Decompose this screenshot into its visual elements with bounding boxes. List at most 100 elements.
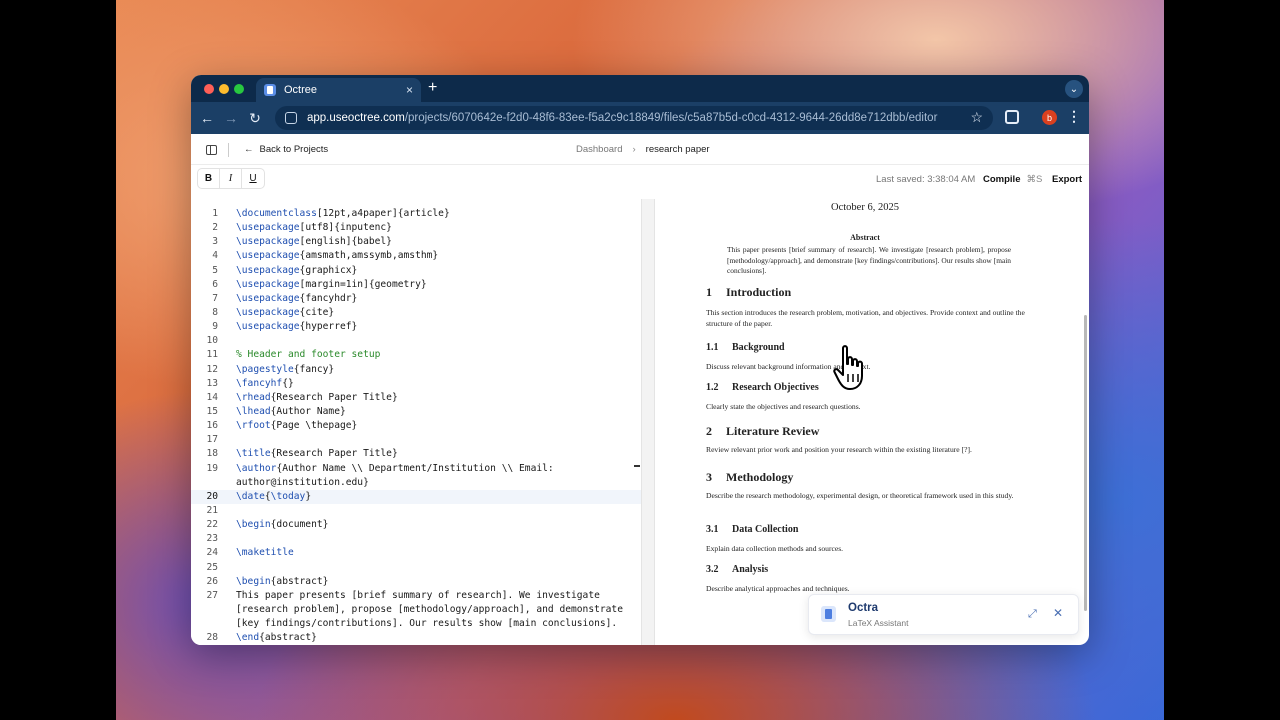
latex-assistant-panel[interactable]: Octra LaTeX Assistant ⤢ ✕ [808, 594, 1079, 635]
compile-button[interactable]: Compile ⌘S [983, 174, 1042, 185]
back-to-projects-link[interactable]: ← Back to Projects [244, 144, 328, 155]
latex-command: \usepackage [236, 321, 300, 333]
code-text: \date{\today} [236, 490, 311, 504]
code-line[interactable]: 28 \end{abstract} [191, 631, 641, 645]
code-line[interactable]: 9 \usepackage{hyperref} [191, 320, 641, 334]
code-line[interactable]: 7 \usepackage{fancyhdr} [191, 292, 641, 306]
browser-menu-icon[interactable]: ⋮ [1067, 108, 1081, 125]
code-text: \usepackage{cite} [236, 306, 334, 320]
code-line[interactable]: 2 \usepackage[utf8]{inputenc} [191, 221, 641, 235]
close-window-button[interactable] [204, 84, 214, 94]
preview-scrollbar[interactable] [1084, 315, 1087, 611]
line-number: 20 [206, 490, 218, 502]
latex-command: \author [236, 462, 277, 474]
heading-number: 2 [706, 424, 712, 438]
browser-tab[interactable]: Octree × [256, 78, 421, 102]
code-line[interactable]: 23 [191, 532, 641, 546]
code-line[interactable]: 20 \date{\today} [191, 489, 641, 504]
code-line[interactable]: 27 This paper presents [brief summary of … [191, 589, 641, 603]
back-arrow-icon[interactable]: ← [195, 110, 219, 126]
sidebar-toggle-icon[interactable] [206, 145, 217, 155]
code-line[interactable]: 12 \pagestyle{fancy} [191, 363, 641, 377]
heading-title: Introduction [726, 285, 792, 299]
code-line[interactable]: 16 \rfoot{Page \thepage} [191, 419, 641, 433]
heading-number: 3.1 [706, 524, 719, 535]
latex-command: \usepackage [236, 250, 300, 262]
code-line[interactable]: 8 \usepackage{cite} [191, 306, 641, 320]
code-line[interactable]: 3 \usepackage[english]{babel} [191, 235, 641, 249]
close-icon[interactable]: ✕ [1053, 606, 1063, 620]
latex-command: \begin [236, 519, 271, 531]
code-editor[interactable]: 1 \documentclass[12pt,a4paper]{article} 2 \… [191, 199, 641, 645]
pdf-preview[interactable]: October 6, 2025 Abstract This paper pres… [655, 199, 1075, 645]
profile-avatar[interactable]: b [1042, 110, 1057, 125]
latex-command: \usepackage [236, 306, 300, 318]
site-settings-icon[interactable] [285, 112, 297, 124]
line-number: 5 [212, 264, 218, 276]
code-text: \rhead{Research Paper Title} [236, 391, 398, 405]
code-line[interactable]: 6 \usepackage[margin=1in]{geometry} [191, 278, 641, 292]
code-token: [margin=1in]{geometry} [299, 278, 427, 290]
code-token: {amsmath,amssymb,amsthm} [299, 250, 439, 262]
code-line[interactable]: 5 \usepackage{graphicx} [191, 264, 641, 278]
forward-arrow-icon[interactable]: → [219, 110, 243, 126]
code-token: {abstract} [270, 575, 329, 587]
paragraph: Explain data collection methods and sour… [706, 544, 844, 553]
code-line[interactable]: 17 [191, 433, 641, 447]
latex-command: \rfoot [236, 420, 271, 432]
code-text: \usepackage{amsmath,amssymb,amsthm} [236, 249, 438, 263]
code-line[interactable]: 26 \begin{abstract} [191, 575, 641, 589]
code-line[interactable]: 15 \lhead{Author Name} [191, 405, 641, 419]
url-path: /projects/6070642e-f2d0-48f6-83ee-f5a2c9… [404, 112, 938, 124]
tab-title: Octree [284, 84, 318, 96]
code-line[interactable]: 21 [191, 504, 641, 518]
line-number: 10 [206, 335, 218, 347]
heading-title: Analysis [732, 564, 769, 575]
minimize-window-button[interactable] [219, 84, 229, 94]
code-text: \usepackage[utf8]{inputenc} [236, 221, 392, 235]
code-line[interactable]: 14 \rhead{Research Paper Title} [191, 391, 641, 405]
tab-close-icon[interactable]: × [406, 83, 413, 97]
code-line[interactable]: [research problem], propose [methodology… [191, 603, 641, 617]
code-line[interactable]: 18 \title{Research Paper Title} [191, 447, 641, 461]
code-line[interactable]: 13 \fancyhf{} [191, 377, 641, 391]
assistant-title: Octra [848, 602, 879, 614]
extensions-icon[interactable] [1005, 110, 1019, 124]
header-divider [228, 143, 229, 157]
heading-number: 1.2 [706, 382, 719, 393]
code-text: [key findings/contributions]. Our result… [236, 617, 617, 631]
italic-button[interactable]: I [220, 169, 242, 188]
chevron-right-icon: › [632, 144, 636, 155]
expand-icon[interactable]: ⤢ [1028, 608, 1037, 621]
code-line[interactable]: 24 \maketitle [191, 546, 641, 560]
underline-button[interactable]: U [242, 169, 264, 188]
code-line[interactable]: 19 \author{Author Name \\ Department/Inst… [191, 462, 641, 476]
breadcrumb-dashboard[interactable]: Dashboard [576, 144, 622, 155]
code-token: This paper presents [brief summary of re… [236, 589, 600, 601]
code-line[interactable]: 22 \begin{document} [191, 518, 641, 532]
code-line[interactable]: [key findings/contributions]. Our result… [191, 617, 641, 631]
code-token: {fancy} [293, 363, 335, 375]
code-token: {Page \thepage} [270, 420, 358, 432]
code-line[interactable]: 4 \usepackage{amsmath,amssymb,amsthm} [191, 249, 641, 263]
code-line[interactable]: 1 \documentclass[12pt,a4paper]{article} [191, 207, 641, 221]
line-number: 7 [212, 292, 218, 304]
code-token: {hyperref} [299, 321, 358, 333]
tab-search-button[interactable]: ⌄ [1065, 80, 1083, 98]
code-line[interactable]: 11 % Header and footer setup [191, 348, 641, 362]
pane-splitter[interactable] [641, 199, 655, 645]
reload-icon[interactable]: ↻ [243, 110, 267, 127]
maximize-window-button[interactable] [234, 84, 244, 94]
code-line[interactable]: 25 [191, 561, 641, 575]
bookmark-star-icon[interactable]: ☆ [970, 109, 983, 126]
url-input[interactable]: app.useoctree.com/projects/6070642e-f2d0… [275, 106, 993, 130]
latex-command: \title [236, 448, 271, 460]
bold-button[interactable]: B [198, 169, 220, 188]
latex-command: \usepackage [236, 236, 300, 248]
new-tab-button[interactable]: + [428, 79, 437, 97]
code-line[interactable]: 10 [191, 334, 641, 348]
line-number: 14 [206, 391, 218, 403]
code-line[interactable]: author@institution.edu} [191, 476, 641, 490]
export-button[interactable]: Export [1052, 174, 1082, 185]
code-text: \usepackage{hyperref} [236, 320, 357, 334]
